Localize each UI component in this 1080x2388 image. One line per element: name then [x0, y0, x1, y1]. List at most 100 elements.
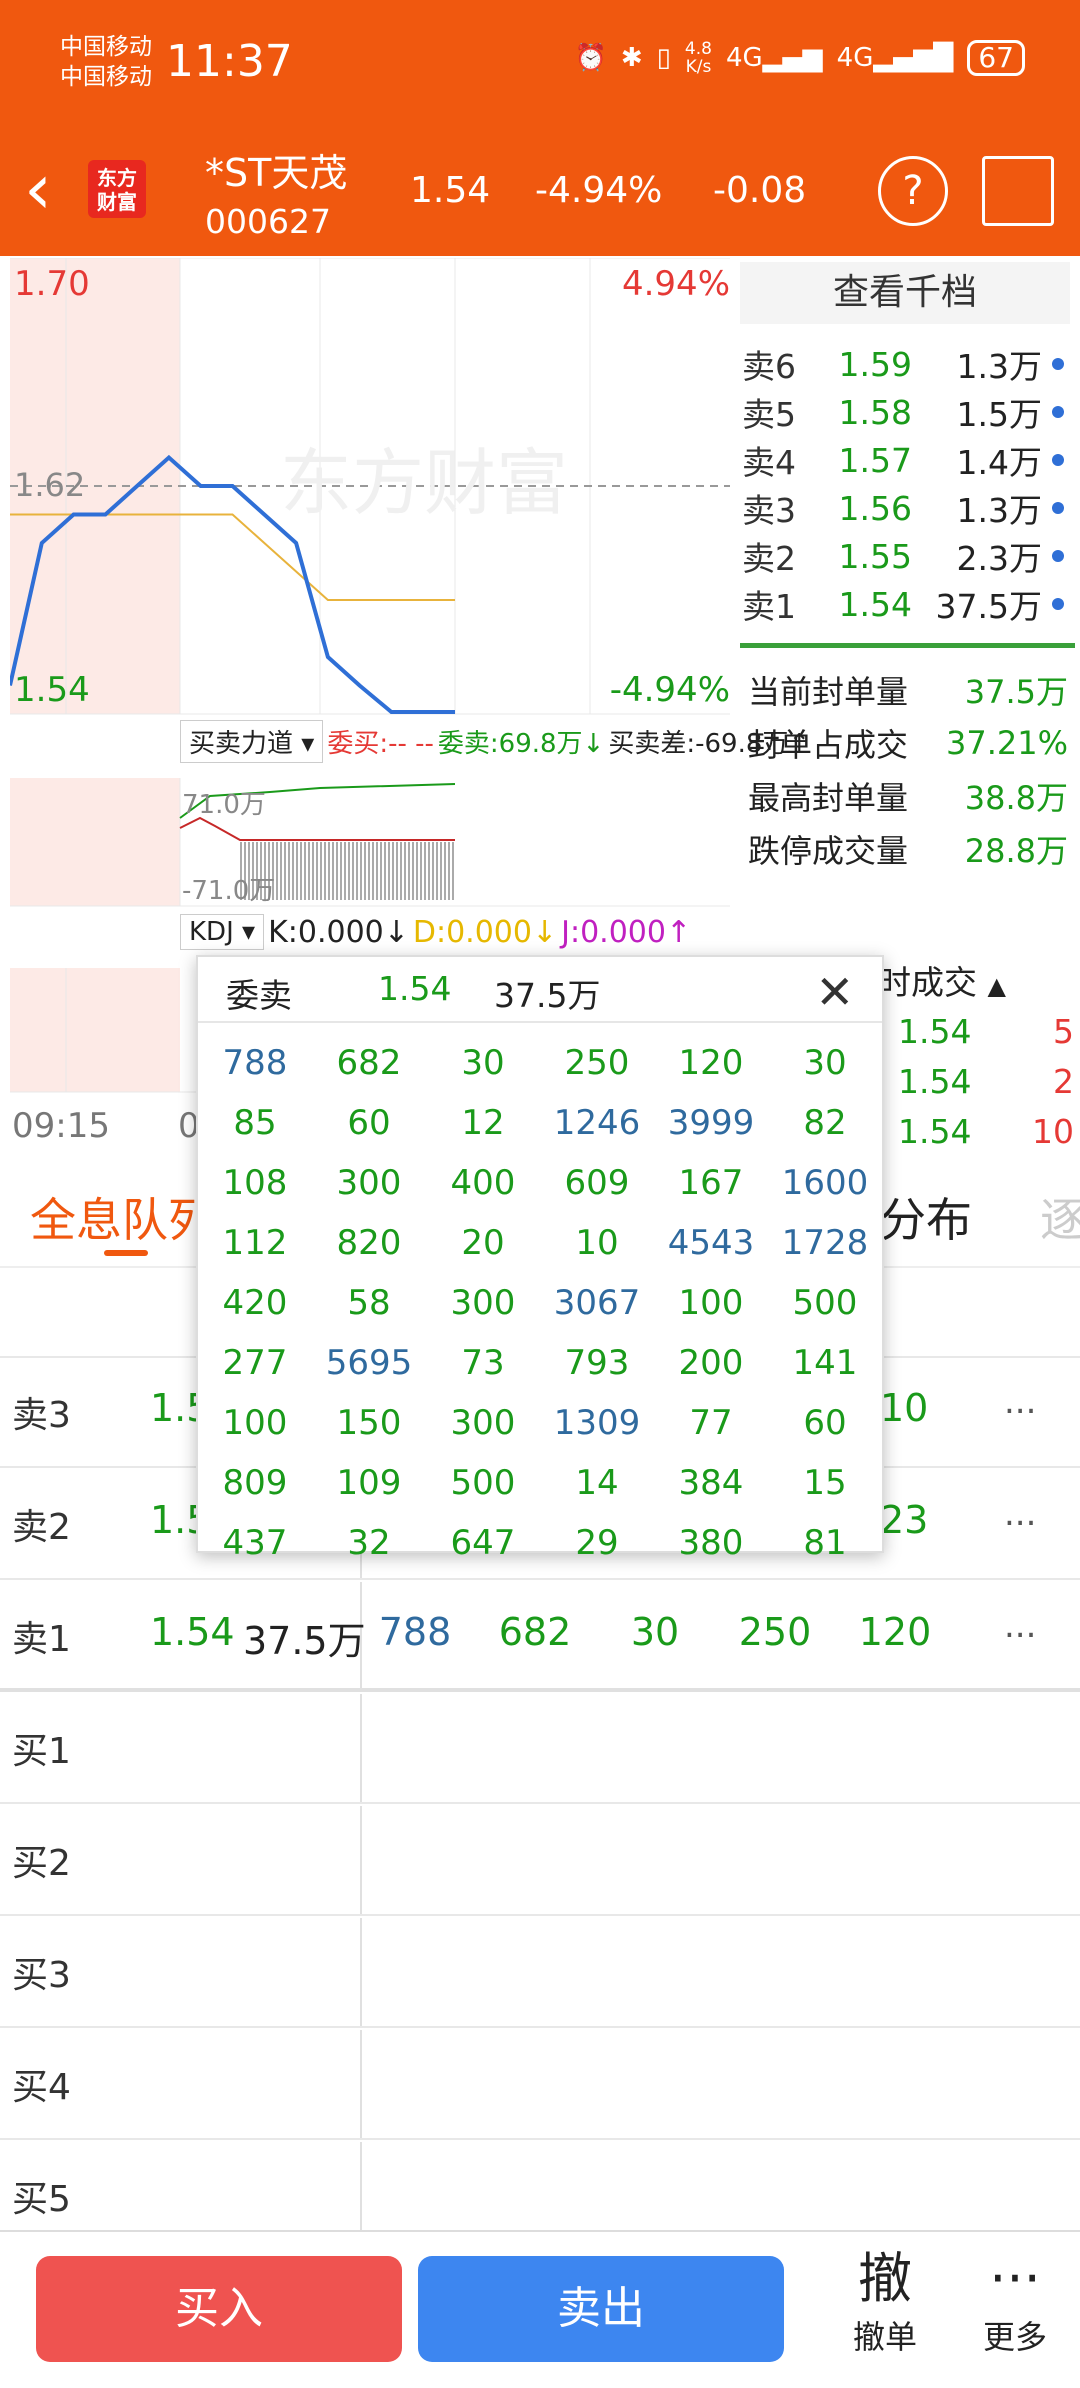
order-book-row[interactable]: 卖5 1.58 1.5万: [742, 388, 1078, 436]
queue-row[interactable]: 买2: [0, 1806, 1080, 1916]
queue-more[interactable]: ...: [1004, 1606, 1036, 1646]
view-thousand-levels-button[interactable]: 查看千档: [740, 262, 1070, 324]
queue-order-cell[interactable]: 788: [360, 1610, 470, 1654]
sell-button[interactable]: 卖出: [418, 2256, 784, 2362]
popup-order-cell[interactable]: 1728: [768, 1223, 882, 1263]
popup-order-cell[interactable]: 20: [426, 1223, 540, 1263]
popup-order-cell[interactable]: 793: [540, 1343, 654, 1383]
popup-order-cell[interactable]: 12: [426, 1103, 540, 1143]
cancel-order-button[interactable]: 撤 撤单: [840, 2246, 930, 2358]
popup-order-cell[interactable]: 30: [768, 1043, 882, 1083]
order-book-row[interactable]: 卖4 1.57 1.4万: [742, 436, 1078, 484]
popup-order-cell[interactable]: 5695: [312, 1343, 426, 1383]
popup-order-cell[interactable]: 15: [768, 1463, 882, 1503]
queue-order-cell[interactable]: 30: [600, 1610, 710, 1654]
queue-order-cell[interactable]: 23: [880, 1498, 928, 1542]
popup-order-cell[interactable]: 400: [426, 1163, 540, 1203]
popup-order-cell[interactable]: 500: [426, 1463, 540, 1503]
close-icon[interactable]: ✕: [815, 965, 854, 1019]
popup-order-cell[interactable]: 108: [198, 1163, 312, 1203]
popup-order-cell[interactable]: 1309: [540, 1403, 654, 1443]
queue-more[interactable]: ...: [1004, 1494, 1036, 1534]
popup-order-cell[interactable]: 32: [312, 1523, 426, 1563]
popup-order-cell[interactable]: 4543: [654, 1223, 768, 1263]
popup-order-cell[interactable]: 100: [654, 1283, 768, 1323]
force-bar: [284, 842, 286, 900]
tab-full-queue[interactable]: 全息队列: [30, 1184, 214, 1250]
force-bar: [392, 842, 394, 900]
force-bar: [308, 842, 310, 900]
order-book-row[interactable]: 卖2 1.55 2.3万: [742, 532, 1078, 580]
order-book-row[interactable]: 卖3 1.56 1.3万: [742, 484, 1078, 532]
queue-order-cell[interactable]: 120: [840, 1610, 950, 1654]
popup-order-cell[interactable]: 300: [426, 1283, 540, 1323]
popup-order-cell[interactable]: 809: [198, 1463, 312, 1503]
popup-order-cell[interactable]: 300: [312, 1163, 426, 1203]
layout-switch-icon[interactable]: [982, 156, 1054, 226]
popup-order-cell[interactable]: 380: [654, 1523, 768, 1563]
popup-order-cell[interactable]: 300: [426, 1403, 540, 1443]
popup-order-cell[interactable]: 200: [654, 1343, 768, 1383]
popup-order-cell[interactable]: 10: [540, 1223, 654, 1263]
order-book-row[interactable]: 卖1 1.54 37.5万: [742, 580, 1078, 628]
popup-order-cell[interactable]: 60: [768, 1403, 882, 1443]
kdj-select[interactable]: KDJ ▾: [180, 914, 265, 950]
queue-level-label: 买5: [12, 2179, 71, 2220]
popup-order-cell[interactable]: 112: [198, 1223, 312, 1263]
popup-order-cell[interactable]: 58: [312, 1283, 426, 1323]
popup-order-cell[interactable]: 109: [312, 1463, 426, 1503]
popup-order-cell[interactable]: 120: [654, 1043, 768, 1083]
popup-order-cell[interactable]: 609: [540, 1163, 654, 1203]
back-icon[interactable]: ‹: [24, 154, 52, 224]
popup-order-cell[interactable]: 150: [312, 1403, 426, 1443]
stat-value: 38.8万: [964, 779, 1068, 817]
popup-order-cell[interactable]: 82: [768, 1103, 882, 1143]
popup-order-cell[interactable]: 420: [198, 1283, 312, 1323]
popup-order-cell[interactable]: 3999: [654, 1103, 768, 1143]
queue-order-cell[interactable]: 682: [480, 1610, 590, 1654]
popup-order-cell[interactable]: 788: [198, 1043, 312, 1083]
queue-row[interactable]: 买4: [0, 2030, 1080, 2140]
popup-order-cell[interactable]: 100: [198, 1403, 312, 1443]
force-indicator-select[interactable]: 买卖力道 ▾: [180, 720, 324, 763]
popup-order-cell[interactable]: 167: [654, 1163, 768, 1203]
popup-order-cell[interactable]: 85: [198, 1103, 312, 1143]
help-icon[interactable]: ?: [878, 156, 948, 226]
popup-order-cell[interactable]: 647: [426, 1523, 540, 1563]
app-logo: 东方 财富: [88, 160, 146, 218]
queue-order-cell[interactable]: 250: [720, 1610, 830, 1654]
queue-row[interactable]: 买1: [0, 1694, 1080, 1804]
popup-order-cell[interactable]: 29: [540, 1523, 654, 1563]
popup-order-cell[interactable]: 437: [198, 1523, 312, 1563]
popup-order-cell[interactable]: 30: [426, 1043, 540, 1083]
popup-order-cell[interactable]: 141: [768, 1343, 882, 1383]
popup-order-cell[interactable]: 250: [540, 1043, 654, 1083]
order-book-row[interactable]: 卖6 1.59 1.3万: [742, 340, 1078, 388]
pct-axis-top: 4.94%: [621, 264, 730, 304]
popup-order-cell[interactable]: 3067: [540, 1283, 654, 1323]
popup-order-cell[interactable]: 14: [540, 1463, 654, 1503]
deals-header[interactable]: 时成交 ▲: [878, 956, 1006, 1004]
popup-order-cell[interactable]: 277: [198, 1343, 312, 1383]
popup-order-cell[interactable]: 820: [312, 1223, 426, 1263]
force-bar: [380, 842, 382, 900]
tab-partial[interactable]: 逐: [1040, 1184, 1080, 1250]
popup-order-cell[interactable]: 500: [768, 1283, 882, 1323]
buy-button[interactable]: 买入: [36, 2256, 402, 2362]
queue-row[interactable]: 买3: [0, 1918, 1080, 2028]
popup-order-cell[interactable]: 1246: [540, 1103, 654, 1143]
popup-order-cell[interactable]: 77: [654, 1403, 768, 1443]
more-button[interactable]: ··· 更多: [970, 2246, 1060, 2358]
popup-order-cell[interactable]: 81: [768, 1523, 882, 1563]
queue-row[interactable]: 卖1 1.54 37.5万 788 682 30 250 120...: [0, 1582, 1080, 1692]
popup-order-cell[interactable]: 384: [654, 1463, 768, 1503]
queue-more[interactable]: ...: [1004, 1382, 1036, 1422]
popup-order-cell[interactable]: 60: [312, 1103, 426, 1143]
intraday-chart[interactable]: 东方财富 1.70 1.62 1.54 4.94% -4.94%: [8, 257, 730, 718]
order-dot-icon: [1052, 502, 1064, 514]
popup-order-cell[interactable]: 1600: [768, 1163, 882, 1203]
popup-order-cell[interactable]: 682: [312, 1043, 426, 1083]
popup-order-cell[interactable]: 73: [426, 1343, 540, 1383]
queue-order-cell[interactable]: 10: [880, 1386, 928, 1430]
tab-distribution[interactable]: 分布: [880, 1184, 972, 1250]
